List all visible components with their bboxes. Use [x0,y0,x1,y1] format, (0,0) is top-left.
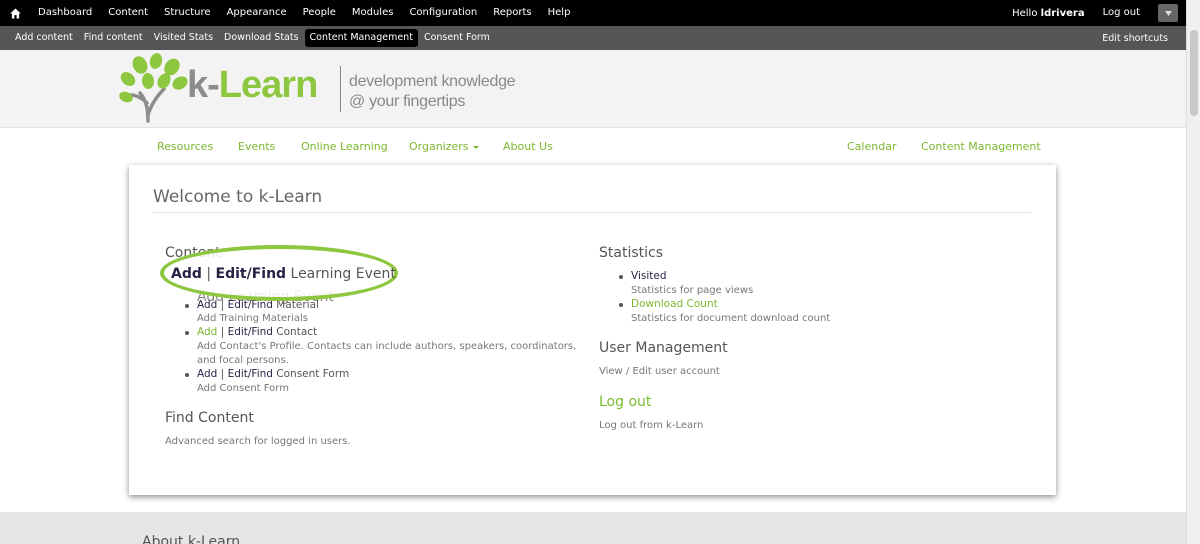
visited-desc: Statistics for page views [631,285,754,296]
contact-label: Contact [276,326,318,338]
download-count-link[interactable]: Download Count [631,298,718,310]
visited-link[interactable]: Visited [631,270,667,282]
site-header: k-Learn development knowledge @ your fin… [0,50,1186,128]
find-content-heading: Find Content [165,410,254,426]
username-link[interactable]: ldrivera [1041,8,1085,19]
vertical-scrollbar[interactable] [1186,0,1200,544]
list-item-consent-form: Add | Edit/Find Consent Form [185,368,350,380]
bullet [185,373,189,377]
toolbar-content[interactable]: Content [100,0,156,26]
title-divider [153,212,1031,213]
user-management-heading: User Management [599,340,728,356]
edit-find-contact-link[interactable]: Edit/Find [228,326,273,338]
toolbar-reports[interactable]: Reports [485,0,539,26]
bullet [185,304,189,308]
admin-toolbar: Dashboard Content Structure Appearance P… [0,0,1186,26]
about-heading: About k-Learn [142,534,241,544]
shortcut-consent-form[interactable]: Consent Form [419,29,495,47]
main-nav: Resources Events Online Learning Organiz… [0,128,1186,166]
home-icon[interactable] [0,0,30,26]
highlighted-learning-event: Add | Edit/Find Learning Event [171,266,396,282]
logout-heading-link[interactable]: Log out [599,394,651,410]
add-learning-event-link[interactable]: Add [171,266,202,282]
nav-about-us[interactable]: About Us [503,140,553,153]
bullet [185,331,189,335]
nav-organizers[interactable]: Organizers [409,140,479,153]
nav-content-management[interactable]: Content Management [921,140,1041,153]
toolbar-configuration[interactable]: Configuration [401,0,485,26]
shortcuts-bar: Add content Find content Visited Stats D… [0,26,1186,50]
shortcut-content-management[interactable]: Content Management [304,29,418,47]
contact-desc-line-2: and focal persons. [197,355,289,366]
nav-online-learning[interactable]: Online Learning [301,140,388,153]
shortcuts-toggle-button[interactable] [1158,4,1178,22]
list-item-material: Add | Edit/Find Material [185,299,319,311]
list-item-contact: Add | Edit/Find Contact [185,326,318,338]
footer-band: About k-Learn [0,512,1186,544]
tagline-divider [340,66,341,112]
edit-find-learning-event-link[interactable]: Edit/Find [216,266,287,282]
nav-resources[interactable]: Resources [157,140,213,153]
edit-find-consent-form-link[interactable]: Edit/Find [228,368,273,380]
brand-k: k- [187,64,220,106]
toolbar-help[interactable]: Help [540,0,579,26]
toolbar-modules[interactable]: Modules [344,0,402,26]
toolbar-appearance[interactable]: Appearance [219,0,295,26]
consent-form-desc: Add Consent Form [197,383,289,394]
link-separator: | [206,266,212,282]
add-consent-form-link[interactable]: Add [197,368,217,380]
chevron-down-icon [1164,10,1172,16]
brand-name[interactable]: k-Learn [187,64,318,107]
caret-down-icon [472,145,479,149]
bullet [619,303,623,307]
brand-learn: Learn [218,64,318,106]
shortcut-find-content[interactable]: Find content [79,29,148,47]
statistics-heading: Statistics [599,245,663,261]
download-count-desc: Statistics for document download count [631,313,831,324]
find-content-desc: Advanced search for logged in users. [165,436,351,447]
toolbar-structure[interactable]: Structure [156,0,219,26]
page-title: Welcome to k-Learn [153,187,323,207]
nav-organizers-label: Organizers [409,140,469,153]
stat-item-visited: Visited [619,270,667,282]
toolbar-people[interactable]: People [295,0,344,26]
scrollbar-thumb[interactable] [1190,30,1198,116]
user-greeting: Hello ldrivera [1002,8,1094,19]
tagline-line-2: @ your fingertips [349,93,466,110]
greeting-prefix: Hello [1012,7,1038,19]
add-material-link[interactable]: Add [197,299,217,311]
user-management-link[interactable]: View / Edit user account [599,365,720,379]
contact-desc-line-1: Add Contact's Profile. Contacts can incl… [197,341,577,352]
tagline-line-1: development knowledge [349,73,516,90]
bullet [619,275,623,279]
tree-logo-icon[interactable] [118,53,190,123]
edit-shortcuts-link[interactable]: Edit shortcuts [1102,33,1186,44]
material-desc: Add Training Materials [197,313,309,324]
toolbar-dashboard[interactable]: Dashboard [30,0,100,26]
add-contact-link[interactable]: Add [197,326,217,338]
learning-event-label: Learning Event [290,266,396,282]
nav-calendar[interactable]: Calendar [847,140,896,153]
shortcut-download-stats[interactable]: Download Stats [219,29,304,47]
shortcut-visited-stats[interactable]: Visited Stats [149,29,218,47]
tagline: development knowledge @ your fingertips [349,72,516,112]
nav-events[interactable]: Events [238,140,275,153]
stat-item-download-count: Download Count [619,298,718,310]
consent-form-label: Consent Form [276,368,350,380]
logout-link[interactable]: Log out [1095,0,1148,26]
logout-desc: Log out from k-Learn [599,420,704,431]
shortcut-add-content[interactable]: Add content [10,29,78,47]
